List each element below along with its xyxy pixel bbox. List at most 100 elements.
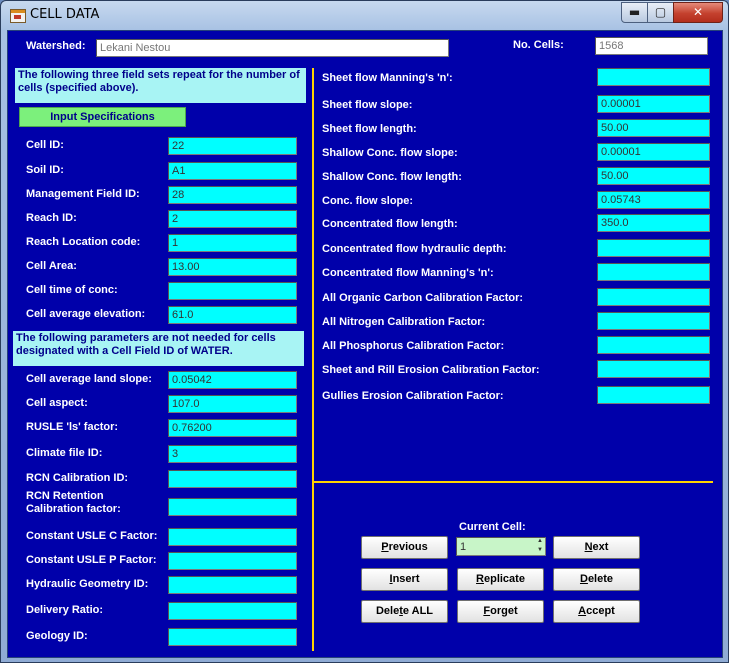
rcn-retention-calibration-factor-label: RCN Retention Calibration factor: — [26, 490, 121, 515]
close-button[interactable]: ✕ — [673, 2, 723, 23]
sheet-flow-length-label: Sheet flow length: — [322, 123, 417, 135]
concentrated-flow-length-label: Concentrated flow length: — [322, 218, 458, 230]
forget-label: orget — [490, 605, 518, 617]
all-nitrogen-calibration-factor-field[interactable] — [597, 312, 710, 330]
replicate-button[interactable]: Replicate — [457, 568, 544, 591]
cell-id-label: Cell ID: — [26, 139, 64, 151]
app-icon — [10, 9, 26, 23]
previous-button[interactable]: Previous — [361, 536, 448, 559]
previous-mnemonic: P — [381, 541, 389, 553]
accept-button[interactable]: Accept — [553, 600, 640, 623]
all-phosphorus-calibration-factor-label: All Phosphorus Calibration Factor: — [322, 340, 505, 352]
reach-id-field[interactable] — [168, 210, 297, 228]
shallow-conc-flow-length-field[interactable] — [597, 167, 710, 185]
minimize-button[interactable]: ▬ — [621, 2, 648, 23]
delete-label: elete — [587, 573, 614, 585]
insert-label: nsert — [392, 573, 420, 585]
accept-label: ccept — [586, 605, 615, 617]
watershed-label: Watershed: — [26, 40, 86, 52]
reach-id-label: Reach ID: — [26, 212, 77, 224]
sheet-and-rill-erosion-calibration-factor-field[interactable] — [597, 360, 710, 378]
next-button[interactable]: Next — [553, 536, 640, 559]
cell-aspect-field[interactable] — [168, 395, 297, 413]
cell-area-field[interactable] — [168, 258, 297, 276]
next-label: ext — [592, 541, 609, 553]
cell-time-of-conc-label: Cell time of conc: — [26, 284, 118, 296]
management-field-id-field[interactable] — [168, 186, 297, 204]
spin-up-icon[interactable]: ▲ — [536, 538, 544, 545]
replicate-label: eplicate — [483, 573, 525, 585]
geology-id-field[interactable] — [168, 628, 297, 646]
reach-location-code-field[interactable] — [168, 234, 297, 252]
conc-flow-slope-field[interactable] — [597, 191, 710, 209]
delete-all-prefix: Dele — [375, 605, 400, 617]
delete-all-label: e ALL — [402, 605, 434, 617]
delete-all-button[interactable]: Delete ALL — [361, 600, 448, 623]
gullies-erosion-calibration-factor-label: Gullies Erosion Calibration Factor: — [322, 390, 504, 402]
climate-file-id-field[interactable] — [168, 445, 297, 463]
reach-location-code-label: Reach Location code: — [26, 236, 141, 248]
constant-usle-c-factor-label: Constant USLE C Factor: — [26, 530, 158, 542]
sheet-flow-length-field[interactable] — [597, 119, 710, 137]
delivery-ratio-label: Delivery Ratio: — [26, 604, 104, 616]
current-cell-field[interactable] — [456, 537, 546, 556]
hydraulic-geometry-id-field[interactable] — [168, 576, 297, 594]
title-bar[interactable]: CELL DATA ▬ ▢ ✕ — [1, 1, 729, 31]
next-mnemonic: N — [584, 541, 593, 553]
sheet-flow-manning-s-n-label: Sheet flow Manning's 'n': — [322, 72, 453, 84]
soil-id-field[interactable] — [168, 162, 297, 180]
sheet-flow-slope-field[interactable] — [597, 95, 710, 113]
concentrated-flow-hydraulic-depth-field[interactable] — [597, 239, 710, 257]
gullies-erosion-calibration-factor-field[interactable] — [597, 386, 710, 404]
concentrated-flow-length-field[interactable] — [597, 214, 710, 232]
rcn-retention-calibration-factor-field[interactable] — [168, 498, 297, 516]
all-nitrogen-calibration-factor-label: All Nitrogen Calibration Factor: — [322, 316, 486, 328]
spin-down-icon[interactable]: ▼ — [536, 547, 544, 554]
geology-id-label: Geology ID: — [26, 630, 88, 642]
maximize-button[interactable]: ▢ — [647, 2, 674, 23]
previous-label: revious — [388, 541, 428, 553]
cell-average-land-slope-field[interactable] — [168, 371, 297, 389]
cells-count-field[interactable] — [595, 37, 708, 55]
constant-usle-p-factor-label: Constant USLE P Factor: — [26, 554, 157, 566]
sheet-and-rill-erosion-calibration-factor-label: Sheet and Rill Erosion Calibration Facto… — [322, 364, 540, 376]
cell-average-elevation-field[interactable] — [168, 306, 297, 324]
constant-usle-p-factor-field[interactable] — [168, 552, 297, 570]
replicate-mnemonic: R — [476, 573, 484, 585]
rusle-ls-factor-field[interactable] — [168, 419, 297, 437]
insert-button[interactable]: Insert — [361, 568, 448, 591]
input-specifications-button[interactable]: Input Specifications — [19, 107, 186, 127]
constant-usle-c-factor-field[interactable] — [168, 528, 297, 546]
concentrated-flow-manning-s-n-label: Concentrated flow Manning's 'n': — [322, 267, 494, 279]
water-note: The following parameters are not needed … — [13, 331, 304, 366]
concentrated-flow-manning-s-n-field[interactable] — [597, 263, 710, 281]
cell-data-panel: Watershed: No. Cells: The following thre… — [7, 30, 723, 658]
shallow-conc-flow-slope-field[interactable] — [597, 143, 710, 161]
conc-flow-slope-label: Conc. flow slope: — [322, 195, 414, 207]
accept-mnemonic: A — [578, 605, 587, 617]
rcn-calibration-id-field[interactable] — [168, 470, 297, 488]
rusle-ls-factor-label: RUSLE 'ls' factor: — [26, 421, 119, 433]
sheet-flow-manning-s-n-field[interactable] — [597, 68, 710, 86]
all-organic-carbon-calibration-factor-field[interactable] — [597, 288, 710, 306]
delete-button[interactable]: Delete — [553, 568, 640, 591]
climate-file-id-label: Climate file ID: — [26, 447, 103, 459]
delete-mnemonic: D — [579, 573, 588, 585]
shallow-conc-flow-slope-label: Shallow Conc. flow slope: — [322, 147, 458, 159]
current-cell-label: Current Cell: — [459, 521, 526, 533]
rcn-calibration-id-label: RCN Calibration ID: — [26, 472, 129, 484]
watershed-field[interactable] — [96, 39, 449, 57]
sheet-flow-slope-label: Sheet flow slope: — [322, 99, 413, 111]
cell-average-land-slope-label: Cell average land slope: — [26, 373, 152, 385]
concentrated-flow-hydraulic-depth-label: Concentrated flow hydraulic depth: — [322, 243, 507, 255]
forget-button[interactable]: Forget — [457, 600, 544, 623]
shallow-conc-flow-length-label: Shallow Conc. flow length: — [322, 171, 462, 183]
cell-time-of-conc-field[interactable] — [168, 282, 297, 300]
delivery-ratio-field[interactable] — [168, 602, 297, 620]
all-phosphorus-calibration-factor-field[interactable] — [597, 336, 710, 354]
cell-average-elevation-label: Cell average elevation: — [26, 308, 146, 320]
repeat-note: The following three field sets repeat fo… — [15, 68, 306, 103]
cell-id-field[interactable] — [168, 137, 297, 155]
current-cell-stepper[interactable]: ▲ ▼ — [456, 537, 546, 557]
cell-area-label: Cell Area: — [26, 260, 77, 272]
